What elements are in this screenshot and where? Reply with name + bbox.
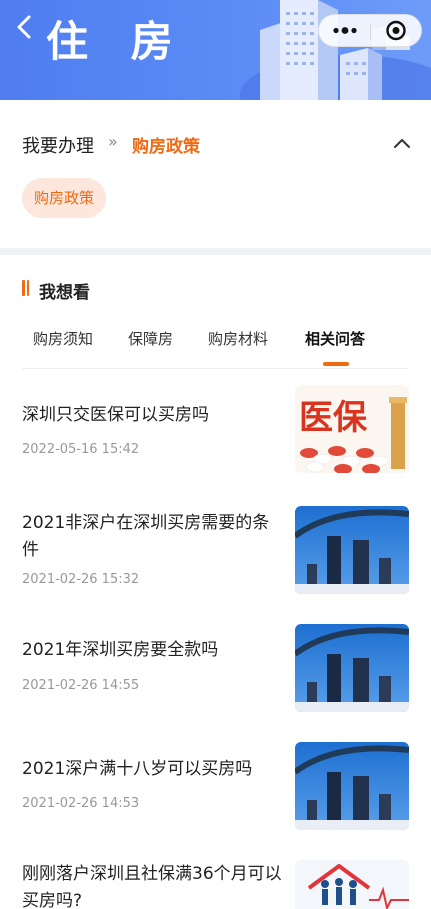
list-item[interactable]: 2021年深圳买房要全款吗 2021-02-26 14:55 [0, 620, 431, 730]
article-thumbnail[interactable] [295, 624, 409, 712]
section-title: 我想看 [39, 283, 90, 303]
breadcrumb-root[interactable]: 我要办理 [22, 132, 94, 158]
list-item[interactable]: 2021非深户在深圳买房需要的条件 2021-02-26 15:32 [0, 500, 431, 610]
article-time: 2021-02-26 14:53 [22, 796, 140, 811]
section-divider [0, 248, 431, 255]
list-item[interactable]: 深圳只交医保可以买房吗 2022-05-16 15:42 医保 [0, 385, 431, 495]
article-thumbnail[interactable]: 医保 [295, 385, 409, 473]
article-title[interactable]: 2021年深圳买房要全款吗 [22, 637, 284, 664]
more-dots-icon[interactable] [319, 15, 370, 46]
city-skyline-image [295, 506, 409, 594]
tab-purchase-notice[interactable]: 购房须知 [33, 328, 93, 349]
active-tab-indicator [323, 362, 349, 366]
article-title[interactable]: 2021深户满十八岁可以买房吗 [22, 756, 284, 783]
article-time: 2021-02-26 15:32 [22, 572, 140, 587]
article-title[interactable]: 刚刚落户深圳且社保满36个月可以买房吗? [22, 861, 284, 909]
list-item[interactable]: 2021深户满十八岁可以买房吗 2021-02-26 14:53 [0, 738, 431, 848]
tab-affordable-housing[interactable]: 保障房 [128, 328, 173, 349]
article-title[interactable]: 2021非深户在深圳买房需要的条件 [22, 510, 284, 564]
tab-purchase-materials[interactable]: 购房材料 [208, 328, 268, 349]
city-skyline-image [295, 742, 409, 830]
tabs-divider [22, 368, 408, 369]
back-chevron-icon[interactable] [12, 12, 36, 42]
medical-insurance-image: 医保 [295, 385, 409, 473]
article-title[interactable]: 深圳只交医保可以买房吗 [22, 402, 284, 429]
article-thumbnail[interactable] [295, 860, 409, 909]
close-circle-icon[interactable] [371, 15, 422, 46]
policy-chip[interactable]: 购房政策 [22, 178, 107, 218]
article-thumbnail[interactable] [295, 506, 409, 594]
mini-program-capsule [318, 14, 422, 47]
chevron-up-icon[interactable] [392, 134, 412, 154]
breadcrumb-current: 购房政策 [132, 137, 200, 157]
section-mark-icon [22, 280, 29, 296]
article-time: 2021-02-26 14:55 [22, 678, 140, 693]
page-title: 住 房 [46, 17, 187, 66]
list-item[interactable]: 刚刚落户深圳且社保满36个月可以买房吗? [0, 856, 431, 909]
breadcrumb: 我要办理 » 购房政策 [22, 132, 412, 158]
family-house-image [295, 860, 409, 909]
app-header: 住 房 [0, 0, 431, 100]
article-thumbnail[interactable] [295, 742, 409, 830]
article-time: 2022-05-16 15:42 [22, 442, 140, 457]
tab-bar: 购房须知 保障房 购房材料 相关问答 [0, 322, 431, 368]
thumb-text: 医保 [299, 398, 368, 438]
tab-related-qa[interactable]: 相关问答 [305, 328, 365, 349]
city-skyline-image [295, 624, 409, 712]
breadcrumb-separator: » [108, 132, 118, 151]
